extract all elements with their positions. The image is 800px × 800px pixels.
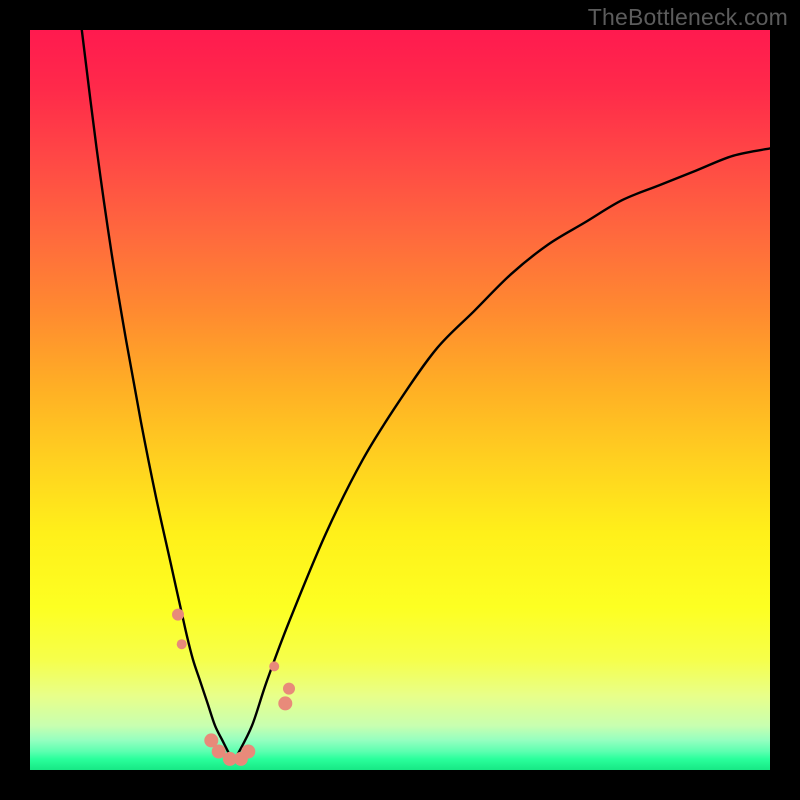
data-marker [278, 696, 292, 710]
plot-svg [30, 30, 770, 770]
data-marker [177, 639, 187, 649]
chart-frame: TheBottleneck.com [0, 0, 800, 800]
data-marker [172, 609, 184, 621]
credit-label: TheBottleneck.com [588, 4, 788, 31]
curve-right-branch [234, 148, 771, 762]
data-marker [283, 683, 295, 695]
data-marker [241, 745, 255, 759]
marker-group [172, 609, 295, 766]
plot-area [30, 30, 770, 770]
data-marker [269, 661, 279, 671]
curve-left-branch [82, 30, 234, 763]
